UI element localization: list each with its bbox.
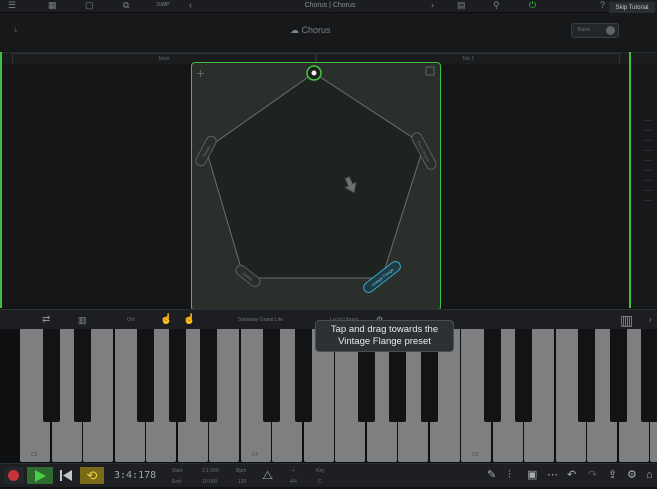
piano-black-key[interactable] [641, 329, 657, 422]
rewind-icon [60, 470, 72, 481]
metronome-icon[interactable]: ⧍ [262, 469, 273, 482]
right-scroll-strip[interactable] [631, 64, 657, 308]
piano-black-key[interactable] [200, 329, 217, 422]
piano-black-key[interactable] [609, 329, 627, 422]
gear-icon[interactable]: ⚙ [627, 469, 637, 482]
preset-node-dot [311, 70, 317, 76]
start-label: Start [172, 468, 183, 474]
play-icon [35, 470, 46, 482]
piano-black-key[interactable] [294, 329, 312, 422]
sliders-icon[interactable]: ⇄ [42, 310, 50, 330]
tooltip-line-2: Vintage Flange preset [338, 336, 431, 347]
effect-title: ☁ Chorus [290, 25, 331, 36]
cloud-icon: ☁ [290, 25, 302, 35]
power-icon[interactable]: ⏻ [529, 1, 536, 10]
end-value[interactable]: 10:000 [202, 479, 217, 485]
touch-icon[interactable]: ☝ [160, 310, 172, 330]
instrument-name[interactable]: Steinway Grand Lite [238, 310, 283, 330]
prev-song-icon[interactable]: ‹ [189, 1, 192, 10]
share-icon[interactable]: ⇪ [608, 469, 617, 482]
collapse-icon[interactable]: ⤓ [14, 25, 18, 35]
menu-icon[interactable]: ☰ [8, 1, 16, 10]
bpm-value[interactable]: 120 [238, 479, 246, 485]
effect-title-text: Chorus [301, 25, 331, 35]
scale-tick [645, 190, 651, 191]
piano-black-key[interactable] [515, 329, 532, 422]
piano-black-key[interactable] [483, 329, 501, 422]
panel-icon[interactable]: ▢ [85, 1, 94, 10]
effect-header: ⤓ ☁ Chorus Basic [0, 13, 657, 51]
tutorial-tooltip: Tap and drag towards the Vintage Flange … [315, 320, 454, 352]
toggle-knob [606, 26, 615, 35]
key-value[interactable]: C [318, 479, 322, 485]
loops-icon[interactable]: ⧉ [123, 1, 129, 10]
top-toolbar: ☰ ▦ ▢ ⧉ JUMP ‹ Chorus | Chorus › ▤ ⚲ ⏻ ? [0, 0, 657, 13]
scale-tick [645, 120, 651, 121]
record-button[interactable] [4, 467, 24, 484]
scale-tick [645, 150, 651, 151]
piano-black-key[interactable] [263, 329, 280, 422]
help-icon[interactable]: ? [600, 1, 605, 10]
tooltip-line-1: Tap and drag towards the [330, 324, 439, 335]
touch-velocity-icon[interactable]: ☝ [183, 310, 195, 330]
mode-toggle[interactable]: Basic [571, 23, 619, 38]
c-key-label: C5 [472, 452, 479, 458]
scale-tick [645, 130, 651, 131]
end-label: End [172, 479, 181, 485]
redo-icon[interactable]: ↷ [588, 469, 597, 482]
c-key-label: C3 [31, 452, 38, 458]
piano-black-key[interactable] [42, 329, 60, 422]
loop-button[interactable]: ⟲ [80, 467, 104, 484]
camera-icon[interactable]: ▣ [527, 469, 537, 482]
piano-black-key[interactable] [168, 329, 186, 422]
sig-value[interactable]: 4/4 [290, 479, 297, 485]
song-title[interactable]: Chorus | Chorus [250, 0, 410, 11]
undo-icon[interactable]: ↶ [567, 469, 576, 482]
home-icon[interactable]: ⌂ [646, 469, 653, 482]
next-song-icon[interactable]: › [431, 1, 434, 10]
piano-black-key[interactable] [74, 329, 91, 422]
piano-black-key[interactable] [578, 329, 595, 422]
sig-plus[interactable]: + [292, 468, 295, 474]
piano-black-key[interactable] [137, 329, 154, 422]
morph-pentagon: Pure Chorus Rotary Subtle Vintage Flange… [195, 65, 437, 293]
play-button[interactable] [27, 467, 53, 484]
octave-label[interactable]: Oct [127, 310, 135, 330]
scale-tick [645, 160, 651, 161]
expand-icon[interactable] [425, 66, 435, 76]
mode-toggle-label: Basic [578, 27, 591, 33]
record-icon [8, 470, 19, 481]
c-key-label: C4 [251, 452, 258, 458]
mode-label[interactable]: JUMP [156, 1, 170, 10]
left-active-rail [0, 52, 2, 308]
mixer-icon[interactable]: ⫶ [508, 469, 511, 482]
playhead-position[interactable]: 3:4:178 [114, 467, 156, 484]
scale-tick [645, 170, 651, 171]
transport-bar: ⟲ 3:4:178 Start 1:1:000 End 10:000 Bpm 1… [0, 463, 657, 487]
next-octave-icon[interactable]: › [649, 310, 652, 330]
add-preset-icon[interactable]: + [196, 67, 205, 80]
bpm-label: Bpm [236, 468, 247, 474]
scale-tick [645, 180, 651, 181]
start-value[interactable]: 1:1:000 [202, 468, 219, 474]
edit-pencil-icon[interactable]: ✎ [487, 469, 496, 482]
grid-view-icon[interactable]: ▦ [48, 1, 57, 10]
keyboard-layout-icon[interactable]: ▥ [78, 310, 87, 330]
save-icon[interactable]: ▤ [457, 1, 466, 10]
preset-morph-pad[interactable]: Pure Chorus Rotary Subtle Vintage Flange… [191, 62, 441, 311]
tab-1-label: Tab 1 [461, 56, 475, 62]
more-icon[interactable]: ⋯ [547, 469, 558, 482]
key-label: Key [316, 468, 325, 474]
scale-tick [645, 200, 651, 201]
connections-icon[interactable]: ⚲ [493, 1, 500, 10]
split-view-icon[interactable]: ▥ [620, 310, 633, 330]
scale-tick [645, 140, 651, 141]
rewind-button[interactable] [55, 467, 77, 484]
tab-main-label: Main [158, 56, 170, 62]
loop-icon: ⟲ [86, 468, 98, 483]
